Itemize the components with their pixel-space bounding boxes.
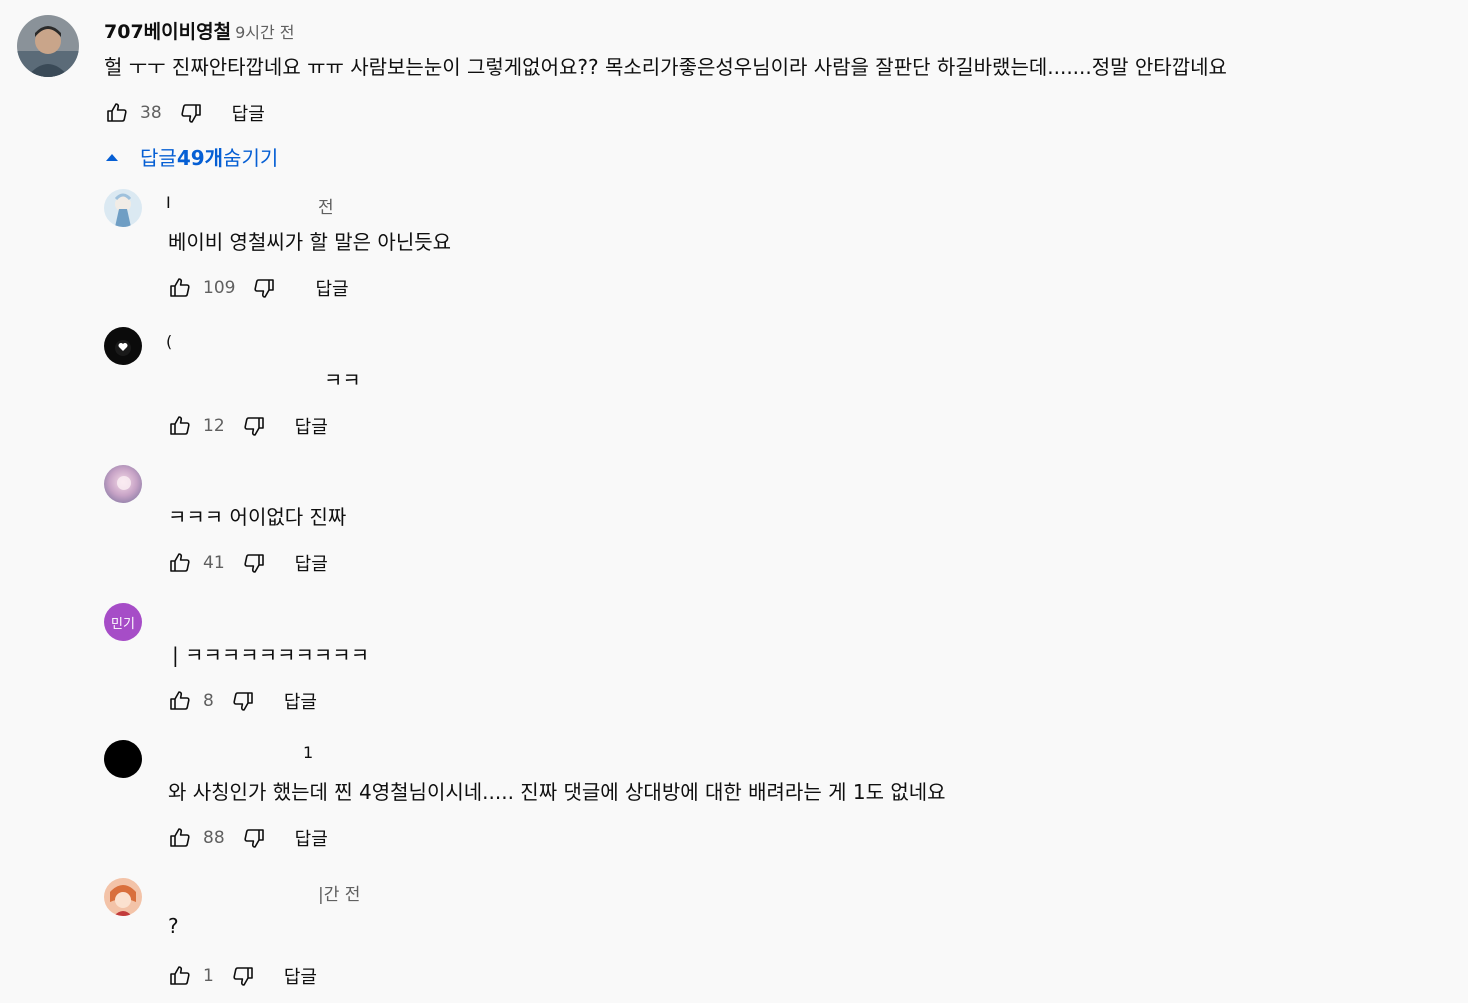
reply-text: 베이비 영철씨가 할 말은 아닌듯요 (168, 230, 452, 254)
reply-time[interactable]: 1 (303, 743, 313, 762)
reply-button[interactable]: 답글 (295, 825, 328, 851)
comments-section: 707베이비영철 9시간 전 헐 ㅜㅜ 진짜안타깝네요 ㅠㅠ 사람보는눈이 그렇게… (0, 0, 1468, 1003)
thumbs-down-icon (233, 967, 253, 986)
like-count: 1 (203, 966, 214, 986)
thumbs-down-icon (181, 104, 201, 123)
thumbs-up-icon (107, 103, 127, 122)
like-button[interactable] (165, 411, 195, 441)
like-button[interactable] (165, 273, 195, 303)
reply-actions: 12 답글 (165, 411, 328, 441)
top-comment-text: 헐 ㅜㅜ 진짜안타깝네요 ㅠㅠ 사람보는눈이 그렇게없어요?? 목소리가좋은성우… (104, 55, 1227, 79)
comment-time[interactable]: 9시간 전 (235, 23, 294, 42)
reply-text: 와 사칭인가 했는데 찐 4영철님이시네..... 진짜 댓글에 상대방에 대한… (168, 780, 946, 804)
top-comment-header: 707베이비영철 9시간 전 (104, 17, 295, 44)
reply-author[interactable]: I (166, 193, 171, 212)
reply-text: ㅋㅋ (324, 368, 361, 392)
like-count: 41 (203, 553, 225, 573)
dislike-button[interactable] (176, 98, 206, 128)
reply-actions: 41 답글 (165, 548, 328, 578)
reply-avatar[interactable]: 민기 (104, 603, 142, 641)
avatar-initials: 민기 (111, 616, 135, 632)
dislike-button[interactable] (239, 548, 269, 578)
thumbs-up-icon (170, 416, 190, 435)
reply-author[interactable]: ( (166, 332, 172, 351)
toggle-prefix: 답글 (140, 146, 177, 170)
dislike-button[interactable] (228, 961, 258, 991)
top-comment-actions: 38 답글 (102, 98, 265, 128)
like-count: 8 (203, 691, 214, 711)
thumbs-up-icon (170, 828, 190, 847)
replies-count: 49개 (176, 146, 224, 170)
reply-text: | ㅋㅋㅋㅋㅋㅋㅋㅋㅋㅋ (172, 643, 370, 667)
thumbs-up-icon (170, 691, 190, 710)
reply-button[interactable]: 답글 (315, 275, 348, 301)
comment-author[interactable]: 707베이비영철 (104, 21, 231, 43)
reply-avatar[interactable] (104, 740, 142, 778)
reply-avatar[interactable] (104, 189, 142, 227)
caret-up-icon (106, 153, 118, 161)
thumbs-up-icon (170, 553, 190, 572)
reply-button[interactable]: 답글 (232, 100, 265, 126)
thumbs-down-icon (244, 554, 264, 573)
thumbs-down-icon (254, 279, 275, 298)
reply-actions: 88 답글 (165, 823, 328, 853)
reply-actions: 109 답글 (165, 273, 349, 303)
top-comment-avatar[interactable] (17, 15, 79, 77)
dislike-button[interactable] (239, 411, 269, 441)
like-button[interactable] (102, 98, 132, 128)
thumbs-down-icon (244, 829, 264, 848)
like-count: 12 (203, 416, 225, 436)
like-button[interactable] (165, 686, 195, 716)
reply-avatar[interactable] (104, 327, 142, 365)
dislike-button[interactable] (228, 686, 258, 716)
like-count: 88 (203, 828, 225, 848)
like-button[interactable] (165, 823, 195, 853)
like-count: 38 (140, 103, 162, 123)
reply-text: ㅋㅋㅋ 어이없다 진짜 (168, 505, 347, 529)
reply-button[interactable]: 답글 (295, 413, 328, 439)
dislike-button[interactable] (239, 823, 269, 853)
reply-time[interactable]: |간 전 (318, 880, 360, 905)
toggle-suffix: 숨기기 (223, 146, 279, 170)
reply-button[interactable]: 답글 (295, 550, 328, 576)
thumbs-up-icon (170, 966, 190, 985)
reply-actions: 8 답글 (165, 686, 317, 716)
like-button[interactable] (165, 961, 195, 991)
reply-text: ? (168, 914, 179, 938)
thumbs-up-icon (170, 278, 190, 297)
thumbs-down-icon (244, 417, 264, 436)
reply-button[interactable]: 답글 (284, 688, 317, 714)
thumbs-down-icon (233, 692, 253, 711)
reply-button[interactable]: 답글 (284, 963, 317, 989)
reply-avatar[interactable] (104, 878, 142, 916)
reply-avatar[interactable] (104, 465, 142, 503)
like-count: 109 (203, 278, 236, 298)
like-button[interactable] (165, 548, 195, 578)
reply-time[interactable]: 전 (318, 193, 334, 218)
dislike-button[interactable] (249, 273, 279, 303)
reply-actions: 1 답글 (165, 961, 317, 991)
hide-replies-button[interactable]: 답글 49개 숨기기 (104, 142, 278, 171)
